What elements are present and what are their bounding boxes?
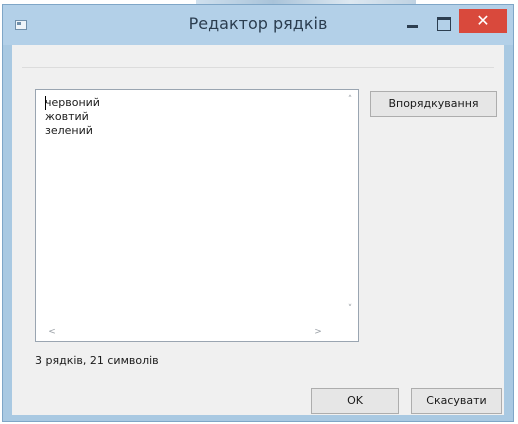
text-line: жовтий bbox=[45, 110, 89, 123]
scroll-up-arrow-icon[interactable]: ˄ bbox=[342, 94, 358, 106]
scroll-left-arrow-icon[interactable]: < bbox=[46, 325, 58, 339]
vertical-scrollbar[interactable]: ˄ ˅ bbox=[342, 90, 358, 323]
text-caret bbox=[45, 96, 46, 110]
line-count-status: 3 рядків, 21 символів bbox=[35, 354, 159, 367]
string-editor-dialog: Редактор рядків ✕ червоний жовтий зелени… bbox=[2, 4, 514, 422]
textarea-content: червоний жовтий зелений bbox=[45, 96, 335, 138]
scroll-right-arrow-icon[interactable]: > bbox=[312, 325, 324, 339]
cancel-button[interactable]: Скасувати bbox=[411, 388, 502, 414]
minimize-icon[interactable] bbox=[401, 13, 425, 33]
close-button[interactable]: ✕ bbox=[459, 9, 507, 33]
ok-button[interactable]: OK bbox=[311, 388, 399, 414]
sort-button[interactable]: Впорядкування bbox=[370, 91, 497, 117]
horizontal-scrollbar[interactable]: < > bbox=[36, 323, 342, 341]
lines-textarea[interactable]: червоний жовтий зелений ˄ ˅ < > bbox=[35, 89, 359, 342]
separator-line bbox=[22, 67, 494, 68]
scroll-down-arrow-icon[interactable]: ˅ bbox=[342, 303, 358, 315]
text-line: червоний bbox=[45, 96, 100, 109]
dialog-client-area: червоний жовтий зелений ˄ ˅ < > Впорядку… bbox=[12, 45, 504, 415]
text-line: зелений bbox=[45, 124, 93, 137]
maximize-icon[interactable] bbox=[431, 13, 455, 33]
title-bar[interactable]: Редактор рядків ✕ bbox=[3, 5, 513, 45]
